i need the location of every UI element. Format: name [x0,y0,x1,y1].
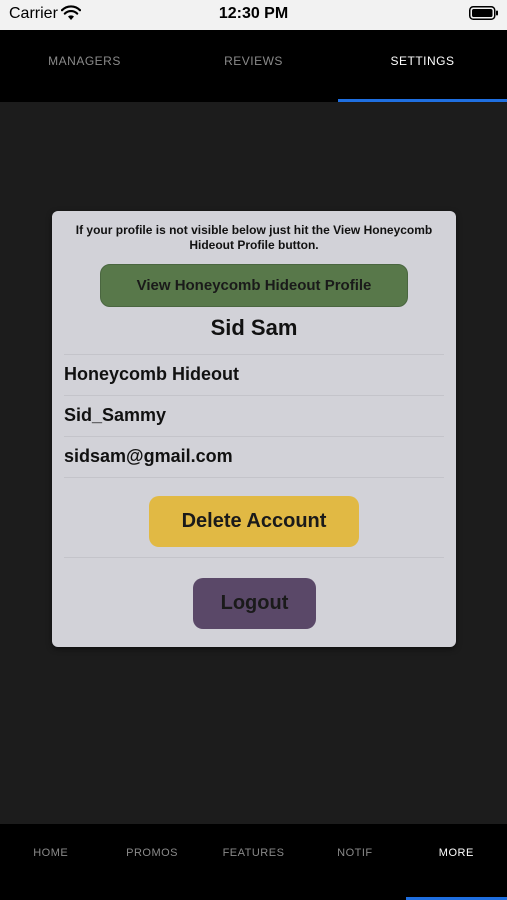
view-profile-button[interactable]: View Honeycomb Hideout Profile [100,264,408,307]
status-bar: Carrier 12:30 PM [0,0,507,30]
top-tab-bar: MANAGERS REVIEWS SETTINGS [0,30,507,102]
business-name-field: Honeycomb Hideout [64,354,444,395]
tab-promos[interactable]: PROMOS [101,824,202,900]
divider [64,477,444,478]
settings-card: If your profile is not visible below jus… [52,211,456,647]
user-name: Sid Sam [210,315,298,340]
tab-label: NOTIF [337,847,373,859]
tab-settings[interactable]: SETTINGS [338,30,507,102]
tab-label: FEATURES [222,847,285,859]
bottom-tab-bar: HOME PROMOS FEATURES NOTIF MORE [0,824,507,900]
tab-features[interactable]: FEATURES [203,824,304,900]
tab-label: MANAGERS [48,54,121,68]
tab-label: REVIEWS [224,54,283,68]
tab-managers[interactable]: MANAGERS [0,30,169,102]
tab-label: MORE [438,847,474,859]
tab-label: PROMOS [126,847,179,859]
battery-icon [469,6,498,20]
divider [64,557,444,558]
tab-home[interactable]: HOME [0,824,101,900]
username-field: Sid_Sammy [64,395,444,436]
clock: 12:30 PM [218,5,289,22]
active-tab-indicator [338,99,507,102]
tab-notif[interactable]: NOTIF [304,824,405,900]
tab-more[interactable]: MORE [405,824,507,900]
email-field: sidsam@gmail.com [64,436,444,477]
tab-reviews[interactable]: REVIEWS [169,30,338,102]
tab-label: SETTINGS [390,54,455,68]
delete-account-button[interactable]: Delete Account [149,496,359,547]
logout-button[interactable]: Logout [193,578,316,629]
tab-label: HOME [33,847,69,859]
profile-hint-text: If your profile is not visible below jus… [75,223,433,252]
